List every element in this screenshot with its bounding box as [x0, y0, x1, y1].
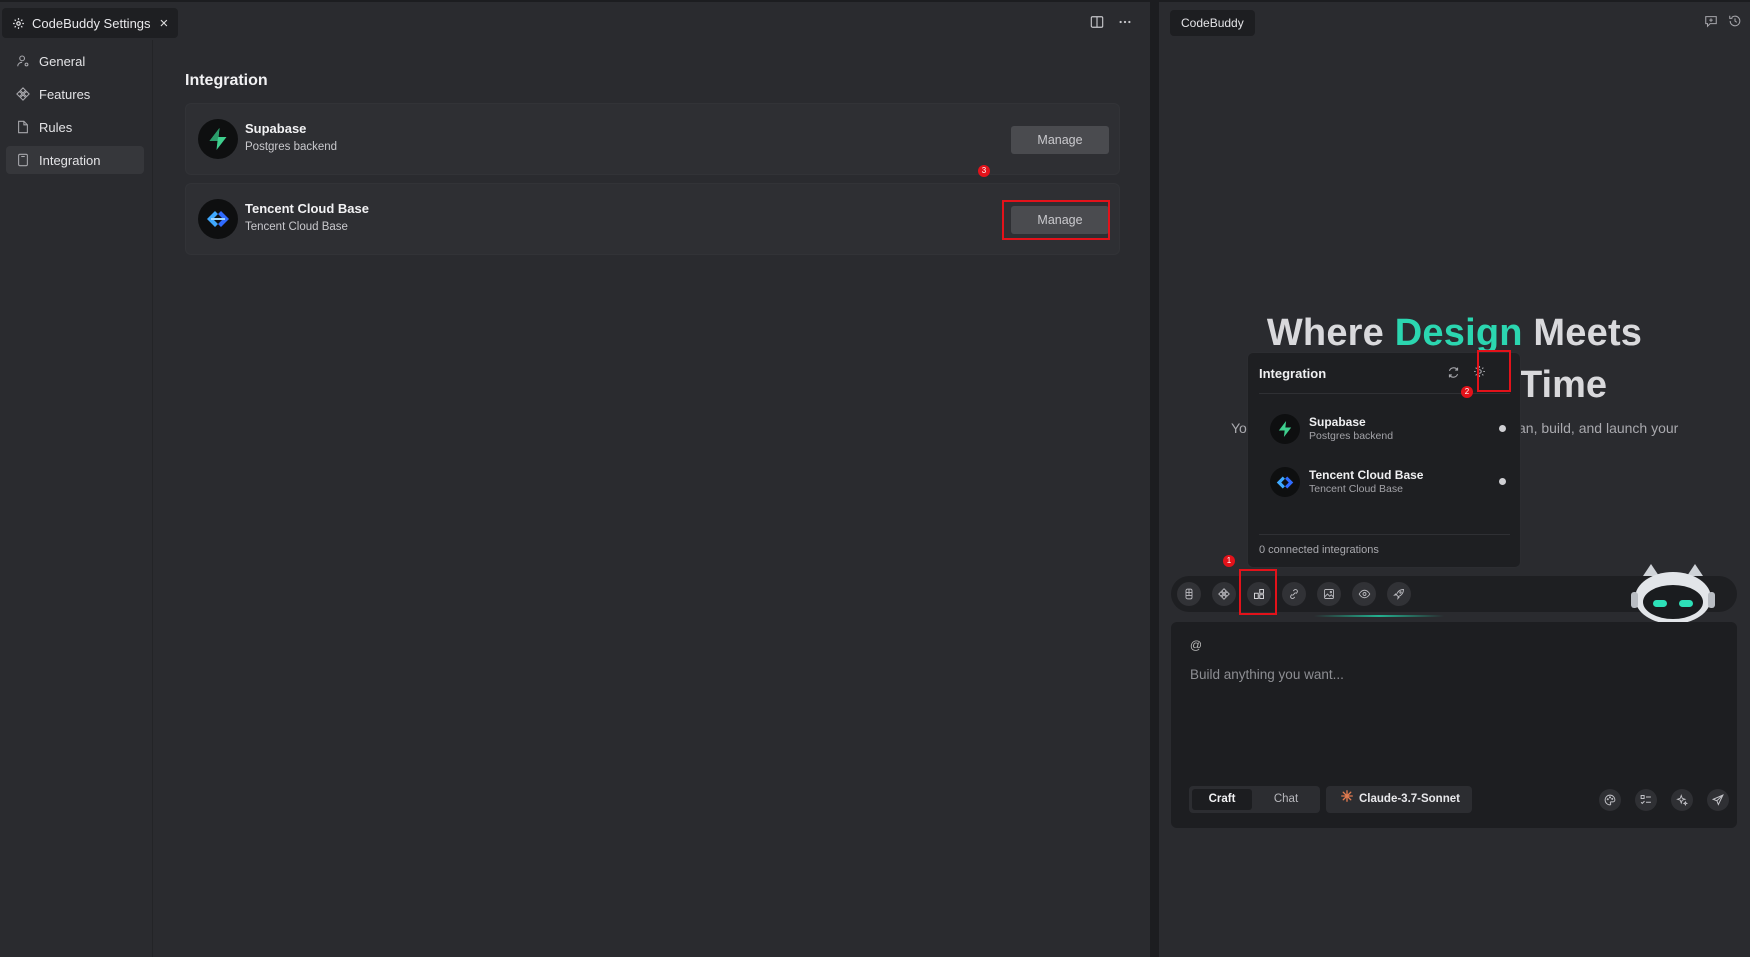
history-icon[interactable]	[1728, 14, 1742, 33]
sparkle-enhance-icon[interactable]	[1671, 789, 1693, 811]
composer: @ Build anything you want... Craft Chat …	[1171, 622, 1737, 828]
status-dot	[1499, 478, 1506, 485]
model-selector[interactable]: Claude-3.7-Sonnet	[1326, 786, 1472, 813]
integration-settings: Integration Supabase Postgres backend Ma…	[185, 72, 1120, 255]
sidebar-item-label: Integration	[39, 152, 101, 168]
hero: Where Design Meets Time Yo an, build, an…	[1159, 312, 1750, 436]
palette-icon[interactable]	[1599, 789, 1621, 811]
hero-headline-line2: Time	[1519, 364, 1608, 406]
refresh-icon[interactable]	[1447, 366, 1460, 384]
sidebar-item-general[interactable]: General	[6, 47, 144, 75]
components-icon[interactable]	[1212, 582, 1236, 606]
integration-icon	[16, 153, 30, 167]
status-dot	[1499, 425, 1506, 432]
features-icon	[16, 87, 30, 101]
annotation-badge-2: 2	[1461, 386, 1473, 398]
model-name: Claude-3.7-Sonnet	[1359, 793, 1460, 805]
tab-title: CodeBuddy Settings	[32, 15, 151, 31]
mode-chat[interactable]: Chat	[1256, 789, 1316, 810]
page-title: Integration	[185, 72, 268, 89]
divider	[1259, 534, 1510, 535]
more-icon[interactable]	[1118, 15, 1132, 34]
tencent-cloudbase-logo-icon	[1270, 467, 1300, 497]
integration-description: Postgres backend	[245, 141, 338, 153]
integration-description: Tencent Cloud Base	[245, 221, 348, 233]
send-icon[interactable]	[1707, 789, 1729, 811]
sidebar-item-label: Features	[39, 86, 91, 102]
prompt-input[interactable]: Build anything you want...	[1190, 667, 1344, 682]
annotation-highlight-3	[1002, 200, 1110, 240]
sidebar-item-label: Rules	[39, 119, 73, 135]
integration-card-supabase: Supabase Postgres backend Manage	[185, 103, 1120, 175]
integration-name: Tencent Cloud Base	[245, 201, 370, 216]
hero-headline: Where Design Meets	[1266, 312, 1643, 354]
tab-codebuddy-settings[interactable]: CodeBuddy Settings ×	[2, 8, 179, 38]
settings-editor: CodeBuddy Settings × General Features Ru…	[0, 0, 1150, 957]
task-list-icon[interactable]	[1635, 789, 1657, 811]
close-icon[interactable]: ×	[160, 15, 169, 32]
manage-button[interactable]: Manage	[1011, 126, 1109, 154]
popup-item-description: Postgres backend	[1309, 430, 1394, 442]
connected-count: 0 connected integrations	[1259, 544, 1379, 556]
popup-item-supabase[interactable]: Supabase Postgres backend	[1270, 409, 1506, 449]
supabase-logo-icon	[1270, 414, 1300, 444]
panel-divider[interactable]	[1150, 0, 1159, 957]
image-icon[interactable]	[1317, 582, 1341, 606]
popup-item-name: Supabase	[1309, 415, 1366, 429]
sidebar-item-rules[interactable]: Rules	[6, 113, 144, 141]
settings-sidebar: General Features Rules Integration	[0, 40, 153, 957]
mention-button[interactable]: @	[1189, 638, 1203, 652]
integration-name: Supabase	[245, 121, 307, 136]
tab-codebuddy[interactable]: CodeBuddy	[1170, 10, 1255, 36]
deploy-rocket-icon[interactable]	[1387, 582, 1411, 606]
preview-icon[interactable]	[1352, 582, 1376, 606]
accent-glow	[1314, 615, 1444, 617]
new-chat-icon[interactable]	[1704, 14, 1718, 33]
mode-switch: Craft Chat	[1189, 786, 1320, 813]
editor-tabbar: CodeBuddy Settings ×	[0, 0, 1150, 40]
integration-card-tencent-cloud-base: Tencent Cloud Base Tencent Cloud Base Ma…	[185, 183, 1120, 255]
annotation-badge-1: 1	[1223, 555, 1235, 567]
annotation-highlight-2	[1477, 350, 1511, 392]
popup-item-description: Tencent Cloud Base	[1309, 483, 1403, 495]
sidebar-item-label: General	[39, 53, 86, 69]
mode-craft[interactable]: Craft	[1192, 789, 1252, 810]
supabase-logo-icon	[198, 119, 238, 159]
sidebar-item-features[interactable]: Features	[6, 80, 144, 108]
annotation-highlight-1	[1239, 569, 1277, 615]
annotation-badge-3: 3	[978, 165, 990, 177]
sidebar-item-integration[interactable]: Integration	[6, 146, 144, 174]
codebuddy-panel: CodeBuddy Where Design Meets Time Yo an,…	[1159, 0, 1750, 957]
popup-title: Integration	[1259, 366, 1327, 381]
link-icon[interactable]	[1282, 582, 1306, 606]
robot-mascot-icon	[1629, 562, 1719, 627]
figma-icon[interactable]	[1177, 582, 1201, 606]
document-icon	[16, 120, 30, 134]
split-editor-icon[interactable]	[1090, 15, 1104, 34]
popup-item-name: Tencent Cloud Base	[1309, 468, 1424, 482]
gear-icon	[12, 17, 25, 30]
claude-logo-icon	[1341, 786, 1353, 813]
user-gear-icon	[16, 54, 30, 68]
hero-subtitle-start: Yo	[1231, 420, 1247, 436]
tencent-cloudbase-logo-icon	[198, 199, 238, 239]
hero-subtitle-end: an, build, and launch your	[1518, 420, 1679, 436]
popup-item-tencent-cloud-base[interactable]: Tencent Cloud Base Tencent Cloud Base	[1270, 462, 1506, 502]
